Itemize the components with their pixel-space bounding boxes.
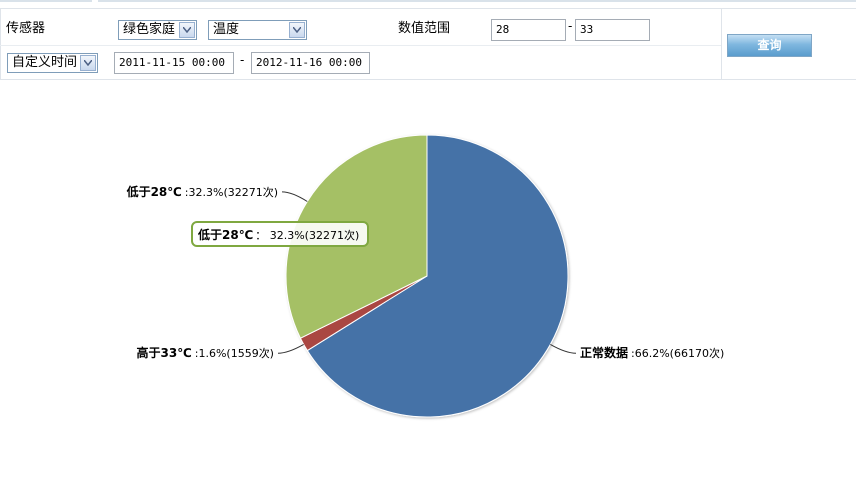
slice-label-value: :1.6%(1559次) xyxy=(195,346,274,360)
slice-label: 低于28℃:32.3%(32271次) xyxy=(126,184,278,199)
range-min-input[interactable]: 28 xyxy=(491,19,566,41)
time-mode-value: 自定义时间 xyxy=(12,55,78,70)
end-time-input[interactable]: 2012-11-16 00:00 xyxy=(251,52,370,74)
divider xyxy=(0,9,1,79)
range-label: 数值范围 xyxy=(398,21,451,36)
tab-line-right xyxy=(98,0,856,2)
top-tab-line xyxy=(0,0,856,3)
metric-select-value: 温度 xyxy=(213,22,240,37)
chevron-down-icon[interactable] xyxy=(80,55,96,71)
tab-line-left xyxy=(0,0,92,2)
label-connector xyxy=(550,343,577,354)
slice-label: 高于33℃:1.6%(1559次) xyxy=(137,345,274,360)
sensor-select-value: 绿色家庭 xyxy=(123,22,176,37)
slice-label-name: 正常数据 xyxy=(580,345,628,360)
metric-select[interactable]: 温度 xyxy=(208,20,307,40)
tooltip-text: 低于28℃： 32.3%(32271次) xyxy=(197,227,359,242)
chevron-down-icon[interactable] xyxy=(179,22,195,38)
time-separator: - xyxy=(240,53,245,67)
divider xyxy=(0,45,721,46)
query-button[interactable]: 查询 xyxy=(727,34,812,57)
tooltip-value: ： 32.3%(32271次) xyxy=(255,228,359,242)
slice-label: 正常数据:66.2%(66170次) xyxy=(580,345,724,360)
range-separator: - xyxy=(568,19,573,33)
label-connector xyxy=(281,191,308,202)
sensor-select[interactable]: 绿色家庭 xyxy=(118,20,197,40)
slice-label-value: :66.2%(66170次) xyxy=(631,346,724,360)
range-max-input[interactable]: 33 xyxy=(575,19,650,41)
sensor-label: 传感器 xyxy=(6,21,46,36)
pie-chart: 正常数据:66.2%(66170次) 高于33℃:1.6%(1559次) 低于28℃… xyxy=(126,134,724,418)
tooltip-name: 低于28℃ xyxy=(197,227,253,242)
divider xyxy=(721,9,722,79)
slice-label-value: :32.3%(32271次) xyxy=(185,185,278,199)
slice-label-name: 高于33℃ xyxy=(137,345,192,360)
label-connector xyxy=(277,343,304,354)
slice-label-name: 低于28℃ xyxy=(126,184,182,199)
chevron-down-icon[interactable] xyxy=(289,22,305,38)
time-mode-select[interactable]: 自定义时间 xyxy=(7,53,98,73)
start-time-input[interactable]: 2011-11-15 00:00 xyxy=(114,52,234,74)
chart-tooltip: 低于28℃： 32.3%(32271次) xyxy=(191,221,369,247)
